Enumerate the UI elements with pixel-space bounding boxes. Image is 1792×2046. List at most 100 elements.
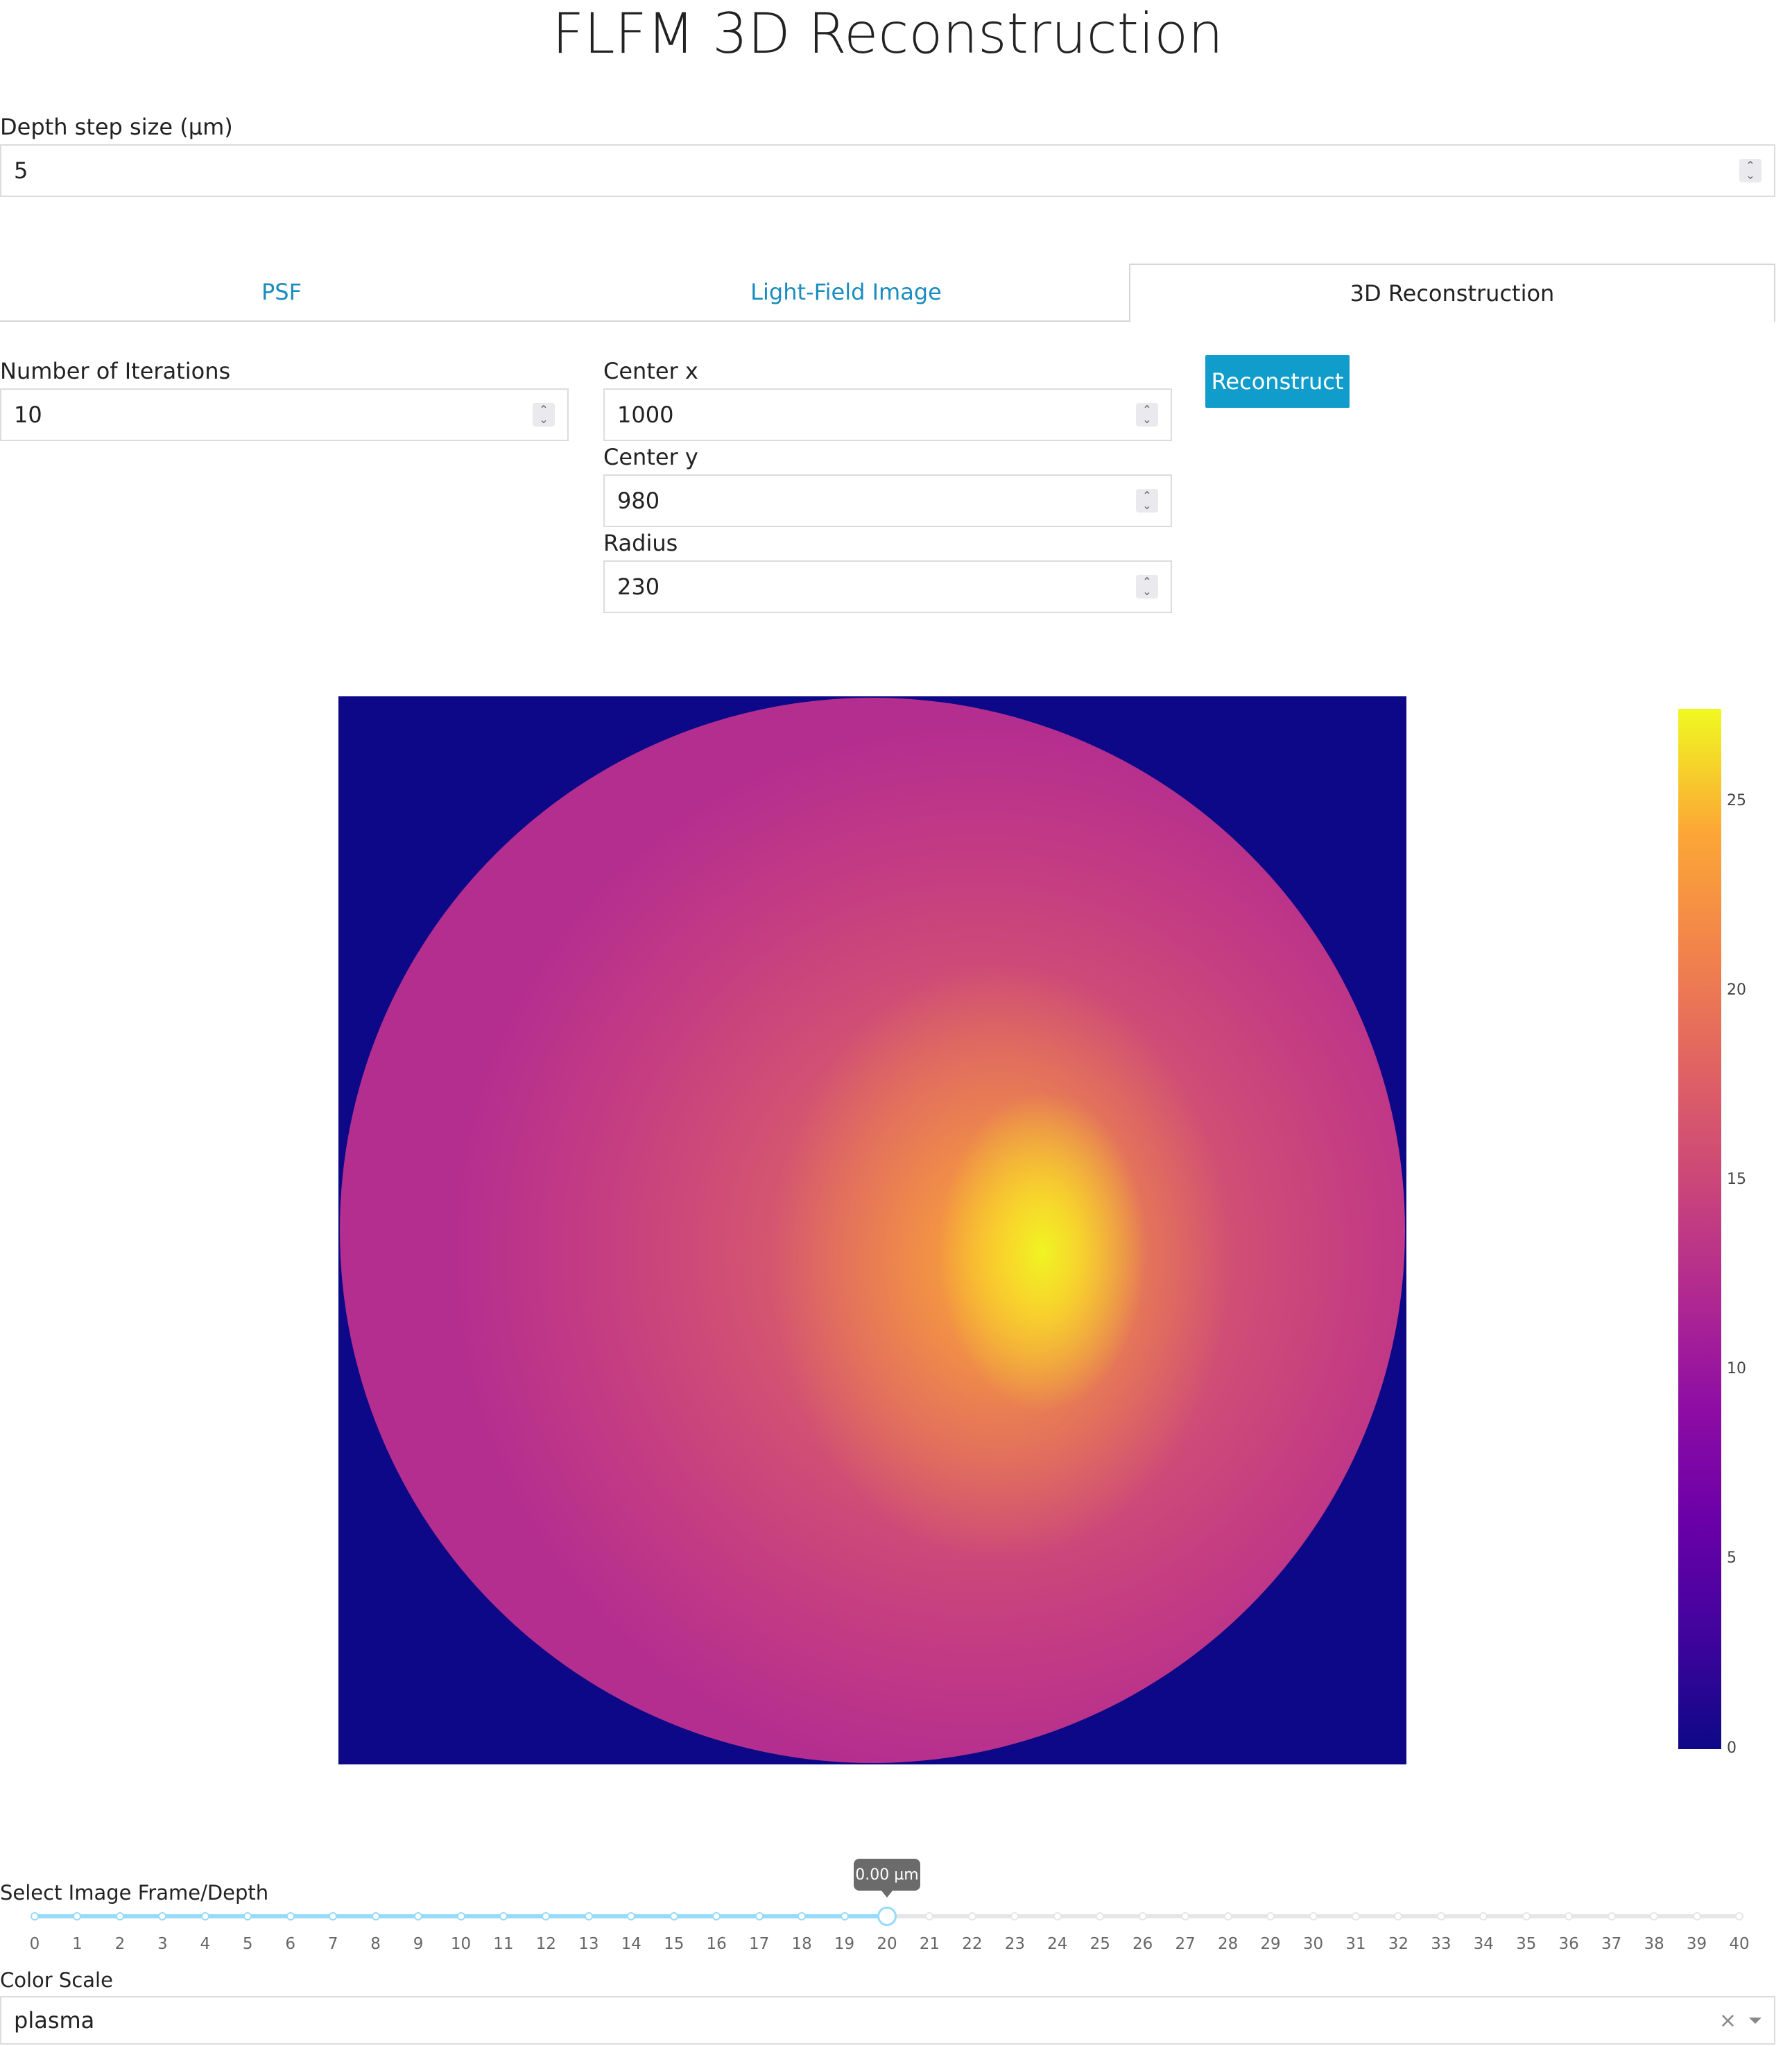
slider-mark-label: 34 bbox=[1473, 1935, 1494, 1953]
slider-mark-label: 5 bbox=[242, 1935, 253, 1953]
iterations-input[interactable]: 10 ⌃ ⌄ bbox=[0, 388, 569, 441]
slider-dot[interactable] bbox=[1650, 1912, 1659, 1920]
slider-mark-label: 17 bbox=[749, 1935, 770, 1953]
slider-dot[interactable] bbox=[31, 1912, 39, 1920]
reconstruction-heatmap[interactable] bbox=[338, 696, 1406, 1764]
depth-step-input[interactable]: 5 ⌃ ⌄ bbox=[0, 144, 1775, 197]
slider-mark-label: 9 bbox=[413, 1935, 424, 1953]
slider-dot[interactable] bbox=[627, 1912, 636, 1920]
slider-mark-label: 39 bbox=[1686, 1935, 1707, 1953]
slider-mark-label: 26 bbox=[1132, 1935, 1153, 1953]
slider-mark-label: 31 bbox=[1345, 1935, 1366, 1953]
slider-mark-label: 16 bbox=[706, 1935, 727, 1953]
chevron-down-icon[interactable] bbox=[1749, 2017, 1761, 2024]
slider-mark-label: 28 bbox=[1217, 1935, 1239, 1953]
slider-dot[interactable] bbox=[1096, 1912, 1105, 1920]
slider-dot[interactable] bbox=[158, 1912, 167, 1920]
slider-dot[interactable] bbox=[115, 1912, 124, 1920]
slider-dot[interactable] bbox=[1692, 1912, 1701, 1920]
spinner-icon[interactable]: ⌃ ⌄ bbox=[533, 403, 555, 427]
slider-mark-label: 23 bbox=[1004, 1935, 1025, 1953]
slider-dot[interactable] bbox=[73, 1912, 82, 1920]
slider-dot[interactable] bbox=[499, 1912, 508, 1920]
slider-mark-label: 21 bbox=[919, 1935, 940, 1953]
color-scale-label: Color Scale bbox=[0, 1968, 113, 1992]
slider-dot[interactable] bbox=[1266, 1912, 1275, 1920]
colorbar-tick: 20 bbox=[1727, 981, 1746, 999]
reconstruct-button[interactable]: Reconstruct bbox=[1205, 355, 1350, 408]
slider-dot[interactable] bbox=[286, 1912, 295, 1920]
slider-dot[interactable] bbox=[840, 1912, 849, 1920]
radius-input[interactable]: 230 ⌃ ⌄ bbox=[603, 560, 1172, 613]
slider-dot[interactable] bbox=[371, 1912, 380, 1920]
slider-dot[interactable] bbox=[456, 1912, 465, 1920]
slider-dot[interactable] bbox=[1565, 1912, 1574, 1920]
iterations-label: Number of Iterations bbox=[0, 358, 231, 384]
slider-dot[interactable] bbox=[329, 1912, 338, 1920]
tab-psf[interactable]: PSF bbox=[0, 264, 563, 322]
slider-mark-label: 24 bbox=[1047, 1935, 1068, 1953]
slider-dot[interactable] bbox=[542, 1912, 551, 1920]
colorbar-tick: 25 bbox=[1727, 792, 1746, 809]
slider-label: Select Image Frame/Depth bbox=[0, 1881, 269, 1905]
center-x-value: 1000 bbox=[617, 402, 674, 428]
tab-light-field-image[interactable]: Light-Field Image bbox=[563, 264, 1129, 322]
slider-mark-label: 25 bbox=[1089, 1935, 1110, 1953]
slider-mark-label: 7 bbox=[327, 1935, 338, 1953]
slider-dot[interactable] bbox=[925, 1912, 934, 1920]
center-y-label: Center y bbox=[603, 444, 698, 470]
slider-mark-label: 29 bbox=[1260, 1935, 1281, 1953]
slider-dot[interactable] bbox=[1436, 1912, 1445, 1920]
center-y-value: 980 bbox=[617, 488, 660, 514]
depth-step-label: Depth step size (µm) bbox=[0, 114, 233, 140]
center-y-input[interactable]: 980 ⌃ ⌄ bbox=[603, 474, 1172, 527]
slider-dot[interactable] bbox=[584, 1912, 593, 1920]
slider-dot[interactable] bbox=[967, 1912, 976, 1920]
slider-dot[interactable] bbox=[1138, 1912, 1147, 1920]
center-x-label: Center x bbox=[603, 358, 698, 384]
center-x-input[interactable]: 1000 ⌃ ⌄ bbox=[603, 388, 1172, 441]
slider-dot[interactable] bbox=[1181, 1912, 1190, 1920]
slider-dot[interactable] bbox=[200, 1912, 209, 1920]
slider-dot[interactable] bbox=[1010, 1912, 1019, 1920]
slider-mark-label: 14 bbox=[621, 1935, 641, 1953]
colorbar bbox=[1678, 709, 1721, 1749]
color-scale-select[interactable]: plasma × bbox=[0, 1996, 1775, 2045]
slider-dot[interactable] bbox=[1351, 1912, 1360, 1920]
slider-mark-label: 22 bbox=[962, 1935, 983, 1953]
slider-dot[interactable] bbox=[1223, 1912, 1232, 1920]
slider-dot[interactable] bbox=[712, 1912, 721, 1920]
slider-mark-label: 37 bbox=[1601, 1935, 1622, 1953]
slider-dot[interactable] bbox=[755, 1912, 764, 1920]
slider-mark-label: 6 bbox=[285, 1935, 296, 1953]
slider-dot[interactable] bbox=[1053, 1912, 1062, 1920]
spinner-icon[interactable]: ⌃ ⌄ bbox=[1739, 159, 1761, 182]
slider-dot[interactable] bbox=[414, 1912, 423, 1920]
slider-dot[interactable] bbox=[1735, 1912, 1743, 1920]
spinner-icon[interactable]: ⌃ ⌄ bbox=[1136, 403, 1158, 427]
tab-3d-reconstruction[interactable]: 3D Reconstruction bbox=[1129, 264, 1775, 322]
slider-dot[interactable] bbox=[1394, 1912, 1403, 1920]
page-title: FLFM 3D Reconstruction bbox=[552, 1, 1223, 66]
slider-mark-label: 38 bbox=[1644, 1935, 1664, 1953]
slider-handle[interactable] bbox=[877, 1907, 897, 1926]
color-scale-value: plasma bbox=[14, 2007, 95, 2034]
slider-mark-label: 15 bbox=[664, 1935, 684, 1953]
slider-mark-label: 4 bbox=[200, 1935, 211, 1953]
radius-value: 230 bbox=[617, 574, 660, 600]
spinner-icon[interactable]: ⌃ ⌄ bbox=[1136, 575, 1158, 599]
slider-dot[interactable] bbox=[1309, 1912, 1318, 1920]
spinner-icon[interactable]: ⌃ ⌄ bbox=[1136, 489, 1158, 513]
slider-mark-label: 35 bbox=[1516, 1935, 1537, 1953]
slider-tooltip: 0.00 µm bbox=[854, 1859, 920, 1898]
colorbar-tick: 0 bbox=[1727, 1739, 1737, 1757]
slider-dot[interactable] bbox=[798, 1912, 807, 1920]
slider-dot[interactable] bbox=[243, 1912, 252, 1920]
iterations-value: 10 bbox=[14, 402, 42, 428]
slider-dot[interactable] bbox=[1479, 1912, 1488, 1920]
slider-dot[interactable] bbox=[669, 1912, 678, 1920]
slider-mark-label: 12 bbox=[535, 1935, 557, 1953]
slider-dot[interactable] bbox=[1607, 1912, 1616, 1920]
clear-icon[interactable]: × bbox=[1719, 2009, 1737, 2033]
slider-dot[interactable] bbox=[1522, 1912, 1531, 1920]
